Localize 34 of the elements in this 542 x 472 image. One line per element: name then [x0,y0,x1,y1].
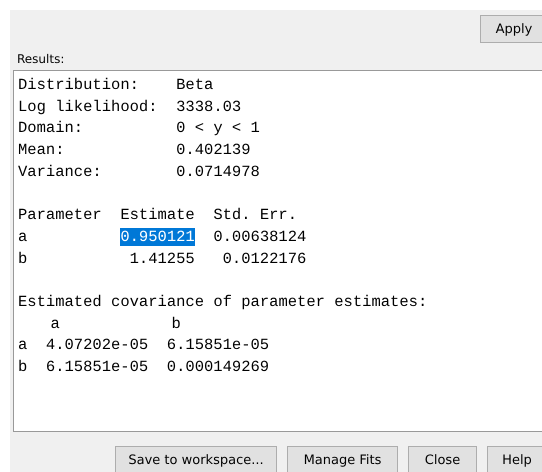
result-label: Distribution: [18,75,140,96]
result-label: Log likelihood: [18,96,159,118]
apply-button[interactable]: Apply [480,15,542,43]
dialog-button[interactable]: Manage Fits [287,446,398,472]
result-value: 0 < y < 1 [176,118,260,140]
result-value: Beta [176,75,214,96]
covariance-value: 6.15851e-05 [166,335,270,356]
estimate-value: 0.950121 [120,228,195,246]
column-header: Parameter [18,205,103,226]
row-header: b [18,356,28,378]
results-label: Results: [16,51,66,68]
row-header: a [18,335,28,356]
column-header: b [171,314,181,335]
parameter-name: b [18,248,28,270]
result-label: Mean: [18,140,66,162]
result-value: 0.0714978 [176,162,260,183]
parameter-name: a [18,226,28,248]
estimate-value: 1.41255 [130,250,195,268]
result-value: 3338.03 [176,96,242,118]
result-value: 0.402139 [176,140,251,162]
std-err-value: 0.00638124 [213,226,306,248]
column-header: a [50,314,61,335]
dialog-button[interactable]: Save to workspace... [115,446,277,472]
column-header: Std. Err. [213,205,298,226]
covariance-value: 0.000149269 [166,356,270,378]
dialog-button[interactable]: Close [408,446,477,472]
column-header: Estimate [120,205,196,226]
covariance-value: 4.07202e-05 [46,335,150,356]
std-err-value: 0.0122176 [222,248,306,270]
result-label: Variance: [18,162,103,183]
result-label: Domain: [18,118,84,140]
covariance-value: 6.15851e-05 [46,356,150,378]
dialog-button[interactable]: Help [487,446,542,472]
covariance-title: Estimated covariance of parameter estimates: [18,292,428,313]
